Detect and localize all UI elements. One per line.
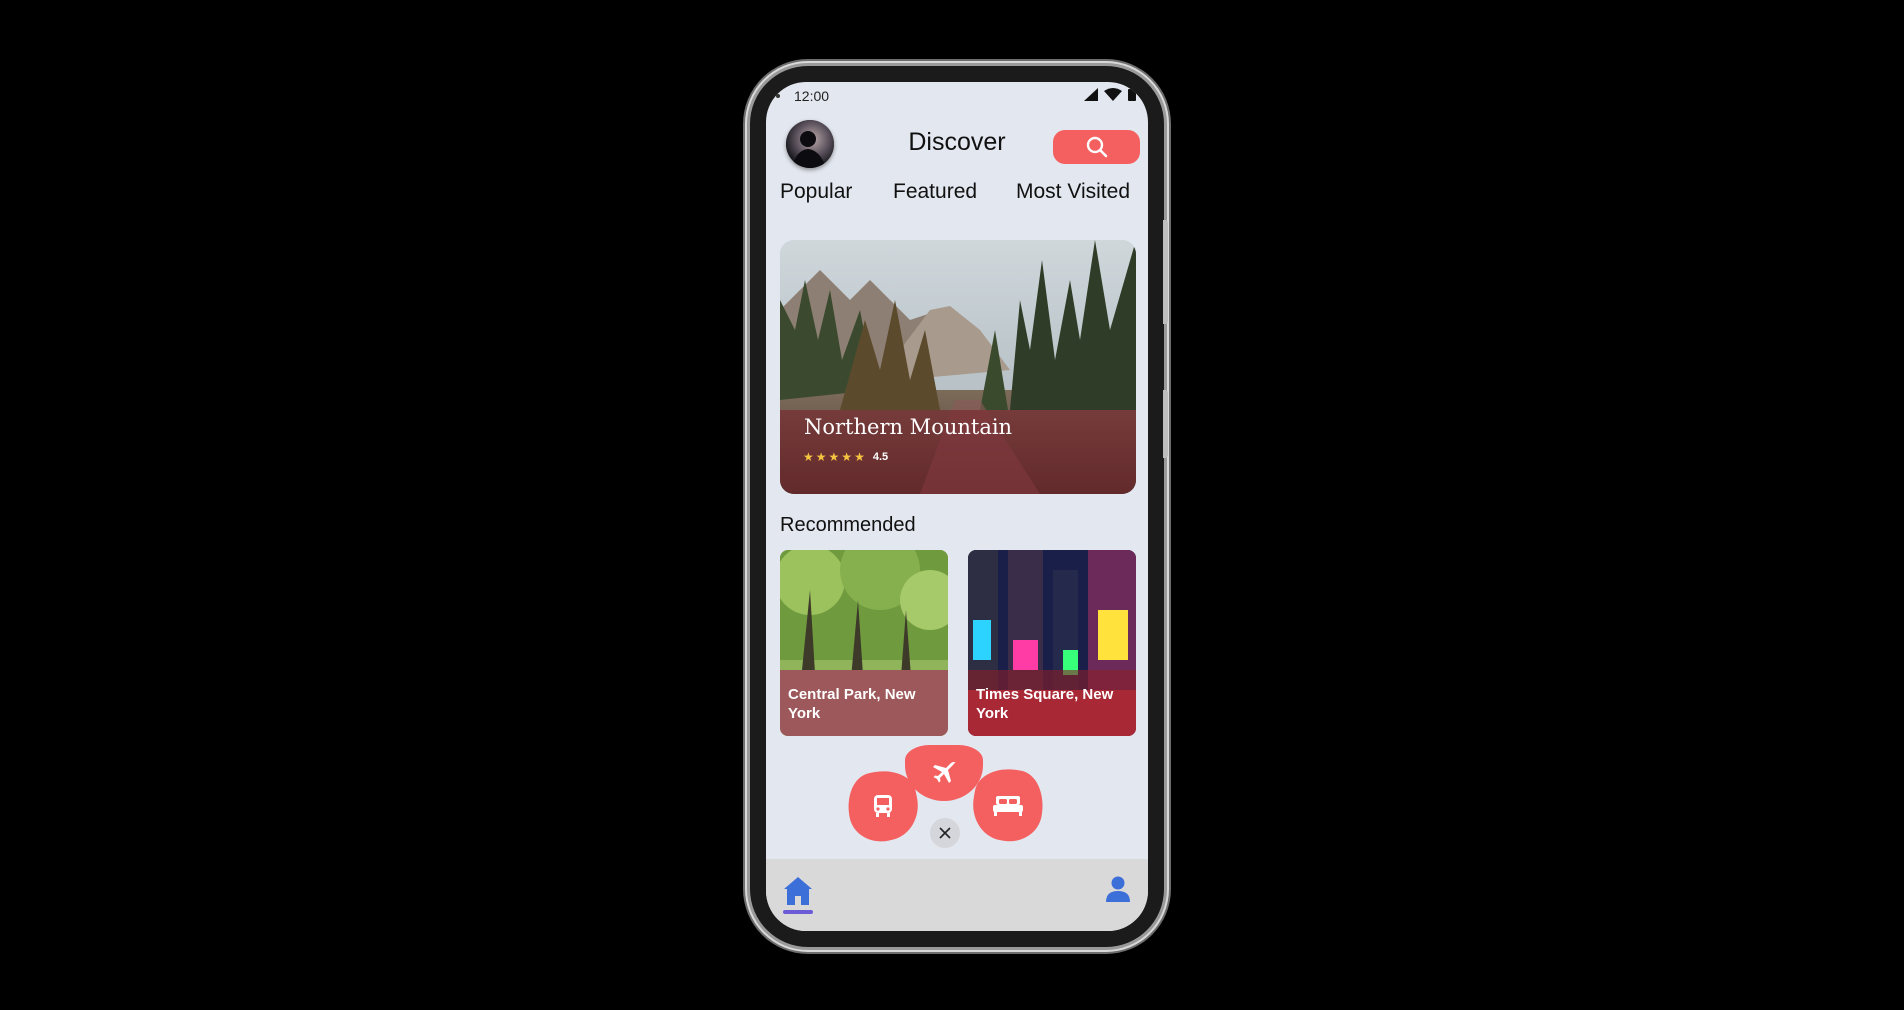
search-button[interactable] (1053, 130, 1140, 164)
recommended-card-times-square[interactable]: Times Square, New York (968, 550, 1136, 736)
home-icon (784, 877, 812, 905)
wifi-icon (1104, 87, 1122, 101)
star-icon: ★ (841, 450, 853, 464)
card-label: Central Park, New York (788, 686, 916, 722)
status-bar: 12:00 (766, 82, 1148, 108)
close-icon (939, 827, 951, 839)
category-tabs: Popular Featured Most Visited (780, 180, 1135, 208)
star-icon: ★ (854, 450, 865, 464)
power-button (1163, 390, 1168, 458)
app-screen: 12:00 Discover Popular Featured Most Vis… (766, 82, 1148, 931)
bus-icon (874, 795, 892, 817)
user-icon (1106, 876, 1130, 902)
close-menu-button[interactable] (930, 818, 960, 848)
bottom-nav (766, 859, 1148, 931)
rating-row: ★ ★ ★ ★ ★ 4.5 (803, 451, 888, 463)
battery-icon (1128, 87, 1136, 101)
camera-dot (776, 94, 780, 98)
recommended-card-central-park[interactable]: Central Park, New York (780, 550, 948, 736)
tab-featured[interactable]: Featured (893, 180, 977, 204)
tab-popular[interactable]: Popular (780, 180, 852, 204)
status-icons (1084, 87, 1136, 101)
airplane-button[interactable] (905, 745, 983, 801)
hero-card[interactable]: Northern Mountain ★ ★ ★ ★ ★ 4.5 (780, 240, 1136, 494)
signal-icon (1084, 87, 1098, 101)
bed-icon (993, 796, 1023, 816)
nav-home[interactable] (782, 875, 814, 915)
volume-button (1163, 220, 1168, 324)
star-icon: ★ (815, 450, 827, 464)
home-active-indicator (783, 910, 813, 914)
hero-title: Northern Mountain (804, 415, 1013, 439)
star-icon: ★ (803, 450, 814, 464)
nav-profile[interactable] (1105, 875, 1131, 903)
recommended-heading: Recommended (780, 514, 916, 536)
rating-value: 4.5 (872, 451, 889, 463)
search-icon (1086, 136, 1107, 158)
tab-most-visited[interactable]: Most Visited (1016, 180, 1130, 204)
star-icon: ★ (828, 450, 840, 464)
airplane-icon (933, 762, 956, 783)
card-label: Times Square, New York (976, 686, 1114, 722)
status-time: 12:00 (794, 88, 830, 104)
